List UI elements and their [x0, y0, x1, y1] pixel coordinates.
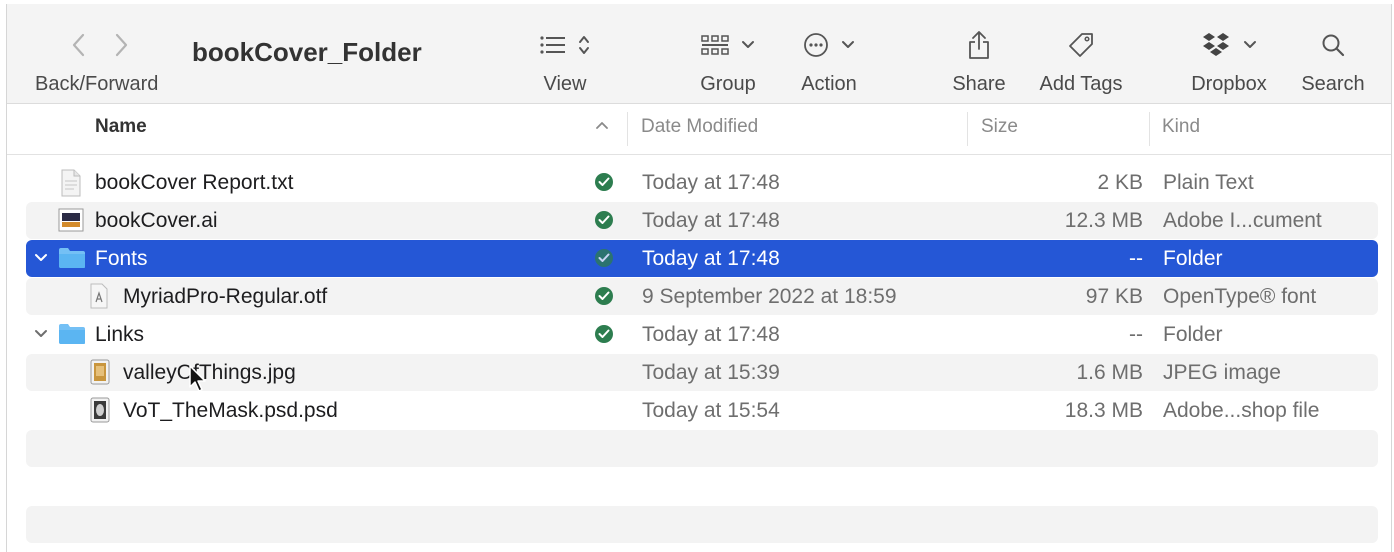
file-row[interactable]: valleyOfThings.jpg Today at 15:39 1.6 MB… — [26, 354, 1378, 391]
text-file-icon — [60, 169, 82, 197]
column-header-size[interactable]: Size — [981, 104, 1018, 154]
empty-row — [26, 430, 1378, 467]
forward-chevron-icon[interactable] — [113, 32, 129, 58]
file-date: Today at 17:48 — [642, 323, 780, 346]
finder-window: Back/Forward bookCover_Folder View Group… — [6, 4, 1392, 552]
chevron-down-icon — [841, 40, 855, 50]
back-chevron-icon[interactable] — [71, 32, 87, 58]
sync-status-check-icon — [595, 287, 613, 305]
file-size: -- — [1129, 247, 1143, 270]
file-kind: Folder — [1163, 323, 1223, 346]
file-date: Today at 17:48 — [642, 247, 780, 270]
back-forward-group: Back/Forward — [27, 4, 177, 103]
file-size: 12.3 MB — [1064, 209, 1143, 232]
file-row[interactable]: Links Today at 17:48 -- Folder — [26, 316, 1378, 353]
file-kind: Adobe...shop file — [1163, 399, 1320, 422]
file-name: MyriadPro-Regular.otf — [123, 285, 328, 308]
file-name: valleyOfThings.jpg — [123, 361, 296, 384]
file-name: bookCover Report.txt — [95, 171, 294, 194]
share-icon — [967, 30, 991, 60]
dropbox-icon — [1201, 32, 1231, 58]
group-grid-icon — [701, 34, 729, 56]
file-date: Today at 15:39 — [642, 361, 780, 384]
chevron-down-icon — [741, 40, 755, 50]
toolbar: Back/Forward bookCover_Folder View Group… — [7, 4, 1391, 104]
file-size: 97 KB — [1085, 285, 1143, 308]
sync-status-check-icon — [595, 211, 613, 229]
file-size: -- — [1129, 323, 1143, 346]
file-kind: Folder — [1163, 247, 1223, 270]
column-header-name[interactable]: Name — [95, 104, 147, 154]
mouse-pointer-icon — [189, 365, 207, 393]
empty-row — [26, 506, 1378, 543]
file-row[interactable]: VoT_TheMask.psd.psd Today at 15:54 18.3 … — [26, 392, 1378, 429]
ellipsis-circle-icon — [803, 32, 829, 58]
file-kind: Adobe I...cument — [1163, 209, 1322, 232]
file-size: 1.6 MB — [1076, 361, 1143, 384]
dropbox-button[interactable]: Dropbox — [1181, 4, 1277, 103]
folder-icon — [58, 323, 86, 345]
search-label: Search — [1301, 73, 1365, 95]
illustrator-file-icon — [58, 207, 84, 233]
add-tags-label: Add Tags — [1039, 73, 1123, 95]
search-button[interactable]: Search — [1291, 4, 1375, 103]
column-divider[interactable] — [967, 112, 968, 146]
folder-icon — [58, 247, 86, 269]
view-label: View — [543, 73, 587, 95]
action-button[interactable]: Action — [787, 4, 871, 103]
file-row[interactable]: bookCover Report.txt Today at 17:48 2 KB… — [26, 164, 1378, 201]
back-forward-label: Back/Forward — [35, 73, 159, 95]
search-icon — [1321, 33, 1345, 57]
column-header-bar: Name Date Modified Size Kind — [7, 104, 1391, 155]
disclosure-chevron-down-icon[interactable] — [34, 327, 48, 341]
group-button[interactable]: Group — [687, 4, 769, 103]
column-divider[interactable] — [1149, 112, 1150, 146]
file-date: Today at 17:48 — [642, 209, 780, 232]
sync-status-check-icon — [595, 249, 613, 267]
action-label: Action — [801, 73, 857, 95]
file-name: Fonts — [95, 247, 148, 270]
file-kind: JPEG image — [1163, 361, 1281, 384]
window-title: bookCover_Folder — [192, 37, 422, 67]
file-row-selected[interactable]: Fonts Today at 17:48 -- Folder — [26, 240, 1378, 277]
sync-status-check-icon — [595, 325, 613, 343]
tag-icon — [1067, 31, 1095, 59]
file-name: VoT_TheMask.psd.psd — [123, 399, 338, 422]
dropbox-label: Dropbox — [1191, 73, 1267, 95]
column-header-kind[interactable]: Kind — [1162, 104, 1200, 154]
sync-status-check-icon — [595, 173, 613, 191]
photoshop-file-icon — [90, 397, 110, 423]
file-kind: OpenType® font — [1163, 285, 1317, 308]
file-name: bookCover.ai — [95, 209, 218, 232]
column-header-date-modified[interactable]: Date Modified — [641, 104, 758, 154]
file-date: 9 September 2022 at 18:59 — [642, 285, 897, 308]
share-button[interactable]: Share — [945, 4, 1013, 103]
file-row[interactable]: MyriadPro-Regular.otf 9 September 2022 a… — [26, 278, 1378, 315]
group-label: Group — [700, 73, 756, 95]
file-row[interactable]: bookCover.ai Today at 17:48 12.3 MB Adob… — [26, 202, 1378, 239]
add-tags-button[interactable]: Add Tags — [1029, 4, 1133, 103]
file-kind: Plain Text — [1163, 171, 1254, 194]
list-view-icon — [540, 35, 566, 55]
file-size: 2 KB — [1097, 171, 1143, 194]
view-button[interactable]: View — [525, 4, 605, 103]
font-file-icon — [89, 283, 109, 309]
file-size: 18.3 MB — [1064, 399, 1143, 422]
column-divider[interactable] — [627, 112, 628, 146]
disclosure-chevron-down-icon[interactable] — [34, 251, 48, 265]
file-name: Links — [95, 323, 145, 346]
sort-ascending-chevron-icon[interactable] — [595, 120, 609, 130]
up-down-chevron-icon — [578, 34, 590, 56]
file-date: Today at 17:48 — [642, 171, 780, 194]
chevron-down-icon — [1243, 40, 1257, 50]
file-date: Today at 15:54 — [642, 399, 780, 422]
share-label: Share — [952, 73, 1006, 95]
jpeg-file-icon — [90, 359, 110, 385]
